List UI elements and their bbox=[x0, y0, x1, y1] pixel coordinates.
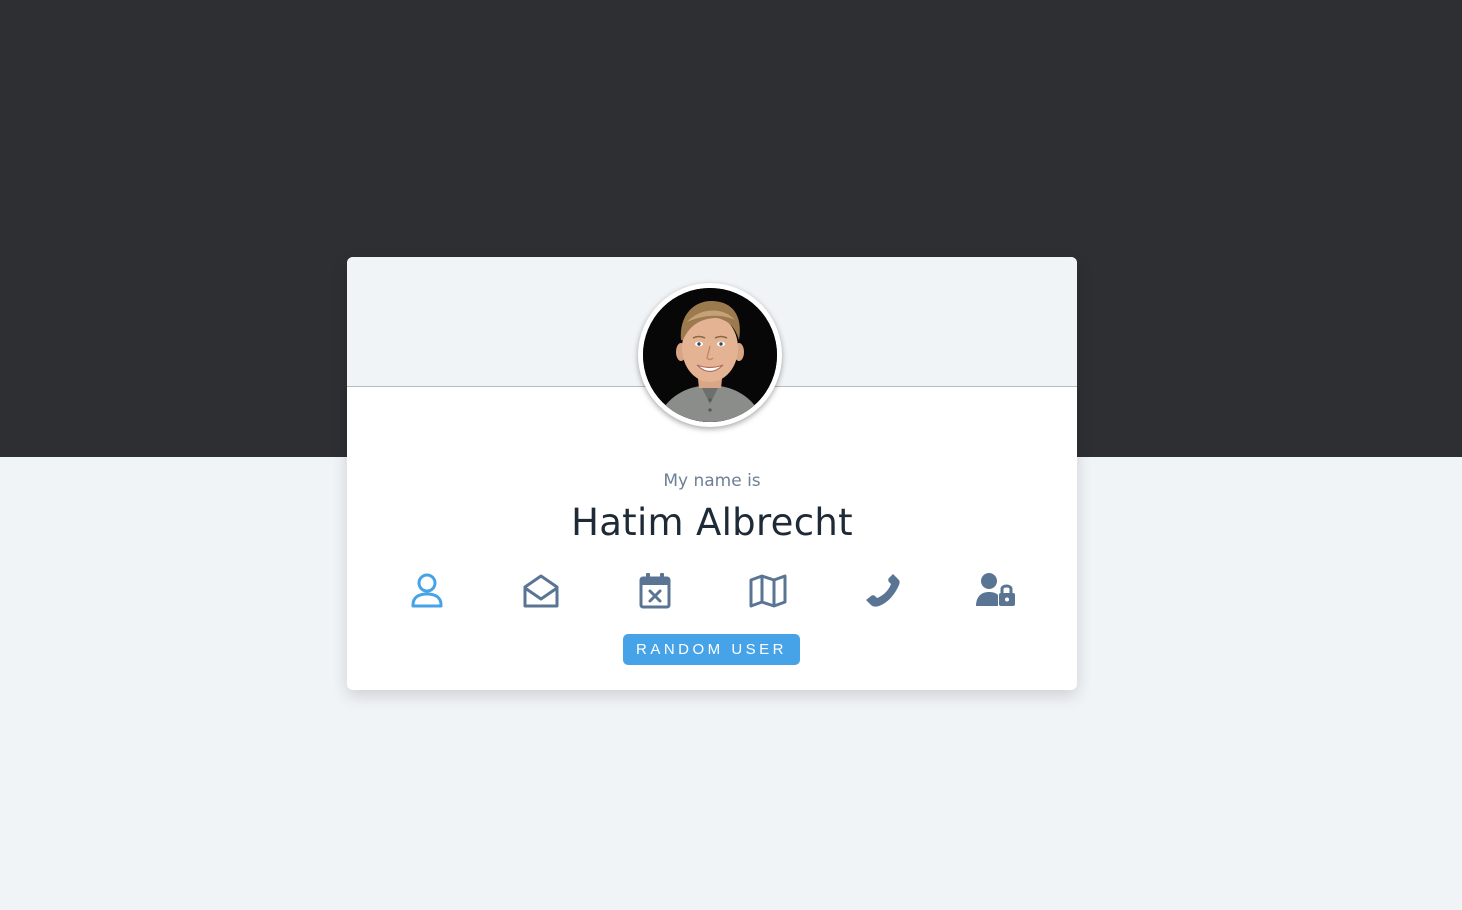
avatar-frame bbox=[638, 283, 782, 427]
avatar bbox=[643, 288, 777, 422]
info-icon-bar bbox=[347, 571, 1077, 611]
user-icon-graphic bbox=[411, 573, 443, 608]
random-user-button[interactable]: RANDOM USER bbox=[623, 634, 800, 665]
field-label: My name is bbox=[663, 471, 761, 491]
calendar-x-icon-graphic bbox=[639, 573, 671, 609]
user-card: My name is Hatim Albrecht RANDOM USER bbox=[347, 257, 1077, 690]
map-icon[interactable] bbox=[748, 571, 788, 611]
calendar-x-icon[interactable] bbox=[635, 571, 675, 611]
field-value: Hatim Albrecht bbox=[571, 501, 853, 544]
phone-icon[interactable] bbox=[862, 571, 902, 611]
envelope-open-icon-graphic bbox=[523, 574, 559, 608]
map-icon-graphic bbox=[749, 574, 787, 608]
user-icon[interactable] bbox=[407, 571, 447, 611]
user-lock-icon[interactable] bbox=[975, 571, 1015, 611]
envelope-open-icon[interactable] bbox=[521, 571, 561, 611]
user-lock-icon-graphic bbox=[976, 573, 1015, 606]
phone-icon-graphic bbox=[866, 574, 900, 607]
avatar-photo bbox=[643, 288, 777, 422]
